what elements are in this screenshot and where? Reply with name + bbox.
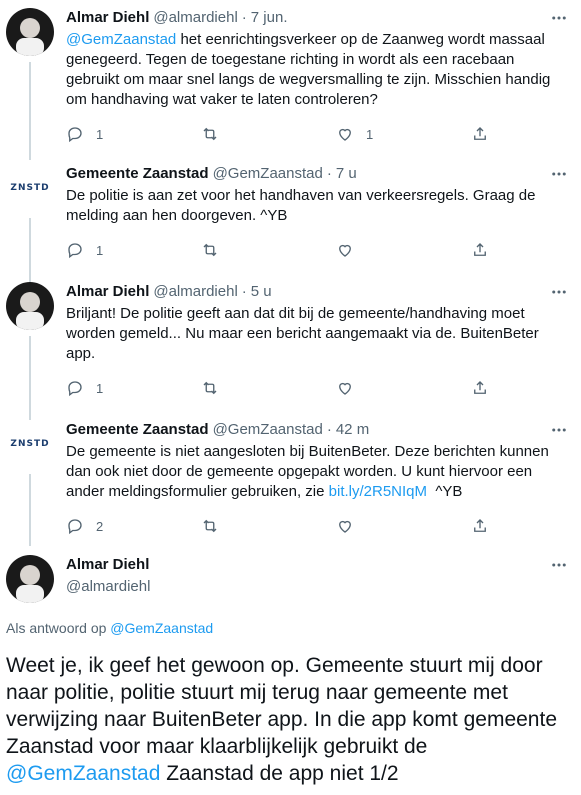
- reply-button[interactable]: 1: [66, 125, 201, 143]
- like-button[interactable]: [336, 379, 471, 397]
- thread-line: [29, 62, 31, 160]
- separator-dot: ·: [241, 283, 247, 300]
- heart-icon: [339, 244, 351, 257]
- retweet-button[interactable]: [201, 241, 336, 259]
- separator-dot: ·: [326, 165, 332, 182]
- main-tweet-text: Weet je, ik geef het gewoon op. Gemeente…: [6, 652, 576, 787]
- share-icon: [474, 127, 486, 140]
- mention-link[interactable]: @GemZaanstad: [6, 762, 160, 785]
- heart-icon: [339, 382, 351, 395]
- author-name[interactable]: Almar Diehl: [66, 555, 150, 575]
- brand-logo: ZNSTD: [10, 183, 50, 193]
- reply-context-label: Als antwoord op: [6, 620, 111, 636]
- tweet-text: De politie is aan zet voor het handhaven…: [66, 187, 536, 224]
- tweet-text: @GemZaanstad het eenrichtingsverkeer op …: [66, 30, 569, 110]
- more-options-icon[interactable]: [549, 555, 569, 575]
- more-options-icon[interactable]: [549, 8, 569, 28]
- author-handle[interactable]: @almardiehl: [153, 8, 237, 28]
- author-handle[interactable]: @GemZaanstad: [213, 164, 323, 184]
- reply-button[interactable]: 1: [66, 241, 201, 259]
- like-button[interactable]: [336, 517, 471, 535]
- tweet-text: De gemeente is niet aangesloten bij Buit…: [66, 442, 569, 502]
- author-handle[interactable]: @almardiehl: [153, 282, 237, 302]
- retweet-icon: [203, 243, 217, 257]
- timestamp[interactable]: 42 m: [336, 420, 369, 440]
- thread-line: [29, 336, 31, 420]
- share-icon: [474, 243, 486, 256]
- main-tweet-body-end: Zaanstad de app niet 1/2: [160, 762, 399, 785]
- heart-icon: [339, 128, 351, 141]
- like-count: 1: [366, 126, 374, 142]
- avatar[interactable]: ZNSTD: [6, 164, 54, 212]
- reply-button[interactable]: 1: [66, 379, 201, 397]
- reply-button[interactable]: 2: [66, 517, 201, 535]
- main-tweet-author: Almar Diehl @almardiehl: [66, 555, 150, 597]
- retweet-button[interactable]: [201, 517, 336, 535]
- author-handle[interactable]: @almardiehl: [66, 577, 150, 597]
- author-name[interactable]: Almar Diehl: [66, 282, 149, 302]
- reply-icon: [68, 519, 82, 535]
- heart-icon: [339, 520, 351, 533]
- reply-context: Als antwoord op @GemZaanstad: [6, 620, 213, 636]
- thread-line: [29, 218, 31, 282]
- more-options-icon[interactable]: [549, 420, 569, 440]
- thread-line: [29, 474, 31, 546]
- avatar[interactable]: [6, 8, 54, 56]
- reply-count: 1: [96, 380, 104, 396]
- avatar[interactable]: ZNSTD: [6, 420, 54, 468]
- tweet-text: Briljant! De politie geeft aan dat dit b…: [66, 305, 539, 362]
- reply-icon: [68, 381, 82, 397]
- tweet-body: De gemeente is niet aangesloten bij Buit…: [66, 443, 549, 500]
- retweet-button[interactable]: [201, 125, 336, 143]
- mention-link[interactable]: @GemZaanstad: [66, 31, 176, 48]
- author-name[interactable]: Gemeente Zaanstad: [66, 164, 209, 184]
- retweet-icon: [203, 127, 217, 141]
- like-button[interactable]: [336, 241, 471, 259]
- like-button[interactable]: 1: [336, 125, 471, 143]
- reply-count: 2: [96, 518, 104, 534]
- main-tweet-body: Weet je, ik geef het gewoon op. Gemeente…: [6, 654, 557, 758]
- share-icon: [474, 381, 486, 394]
- more-options-icon[interactable]: [549, 282, 569, 302]
- author-handle[interactable]: @GemZaanstad: [213, 420, 323, 440]
- timestamp[interactable]: 5 u: [251, 282, 272, 302]
- timestamp[interactable]: 7 u: [336, 164, 357, 184]
- mention-link[interactable]: @GemZaanstad: [110, 620, 213, 636]
- author-name[interactable]: Almar Diehl: [66, 8, 149, 28]
- reply-icon: [68, 243, 82, 259]
- avatar[interactable]: [6, 282, 54, 330]
- more-options-icon[interactable]: [549, 164, 569, 184]
- share-button[interactable]: [471, 125, 489, 143]
- retweet-button[interactable]: [201, 379, 336, 397]
- share-icon: [474, 519, 486, 532]
- avatar[interactable]: [6, 555, 54, 603]
- reply-count: 1: [96, 126, 104, 142]
- tweet-signature: ^YB: [427, 483, 463, 500]
- retweet-icon: [203, 519, 217, 533]
- share-button[interactable]: [471, 379, 489, 397]
- url-link[interactable]: bit.ly/2R5NIqM: [329, 483, 427, 500]
- author-name[interactable]: Gemeente Zaanstad: [66, 420, 209, 440]
- share-button[interactable]: [471, 241, 489, 259]
- reply-icon: [68, 127, 82, 143]
- separator-dot: ·: [326, 421, 332, 438]
- share-button[interactable]: [471, 517, 489, 535]
- separator-dot: ·: [241, 9, 247, 26]
- brand-logo: ZNSTD: [10, 439, 50, 449]
- reply-count: 1: [96, 242, 104, 258]
- retweet-icon: [203, 381, 217, 395]
- timestamp[interactable]: 7 jun.: [251, 8, 288, 28]
